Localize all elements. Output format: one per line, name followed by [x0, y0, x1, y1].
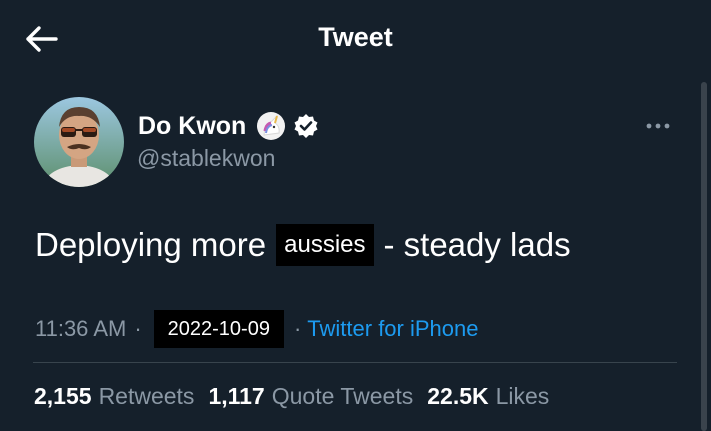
- tweet-source-link[interactable]: Twitter for iPhone: [307, 316, 478, 342]
- quote-tweets-count: 1,117: [208, 383, 265, 409]
- divider: [33, 362, 677, 363]
- avatar[interactable]: [34, 97, 124, 187]
- highlighted-word: aussies: [276, 224, 374, 266]
- retweets-count: 2,155: [34, 383, 92, 409]
- retweets-label: Retweets: [98, 383, 195, 409]
- tweet-text-before: Deploying more: [35, 226, 267, 263]
- author-name-row: Do Kwon: [138, 110, 319, 142]
- likes-label: Likes: [495, 383, 550, 409]
- verified-badge-icon: [294, 114, 318, 138]
- header-bar: Tweet: [0, 0, 711, 78]
- tweet-text-after: - steady lads: [383, 226, 571, 263]
- tweet-text: Deploying more aussies - steady lads: [35, 224, 571, 266]
- more-options-button[interactable]: [643, 114, 673, 138]
- more-dots-icon: [646, 123, 670, 129]
- retweets-stat[interactable]: 2,155 Retweets: [34, 383, 194, 410]
- meta-separator: ·: [134, 316, 142, 341]
- avatar-image: [34, 97, 124, 187]
- quote-tweets-label: Quote Tweets: [271, 383, 414, 409]
- page-title: Tweet: [318, 22, 393, 52]
- author-handle[interactable]: @stablekwon: [137, 145, 275, 172]
- likes-count: 22.5K: [427, 383, 489, 409]
- quote-tweets-stat[interactable]: 1,117 Quote Tweets: [208, 383, 413, 410]
- meta-separator-2: ·: [293, 316, 302, 341]
- scrollbar[interactable]: [701, 82, 707, 431]
- author-display-name[interactable]: Do Kwon: [138, 112, 246, 141]
- likes-stat[interactable]: 22.5K Likes: [427, 383, 549, 410]
- unicorn-icon: [257, 112, 286, 140]
- tweet-screen: Tweet Do Kwon @stablekwon Deploying more…: [0, 0, 711, 431]
- tweet-stats: 2,155 Retweets 1,117 Quote Tweets 22.5K …: [34, 383, 563, 410]
- tweet-time[interactable]: 11:36 AM: [35, 316, 126, 342]
- tweet-meta: 11:36 AM · 2022-10-09 · Twitter for iPho…: [35, 310, 478, 348]
- tweet-date[interactable]: 2022-10-09: [153, 310, 284, 348]
